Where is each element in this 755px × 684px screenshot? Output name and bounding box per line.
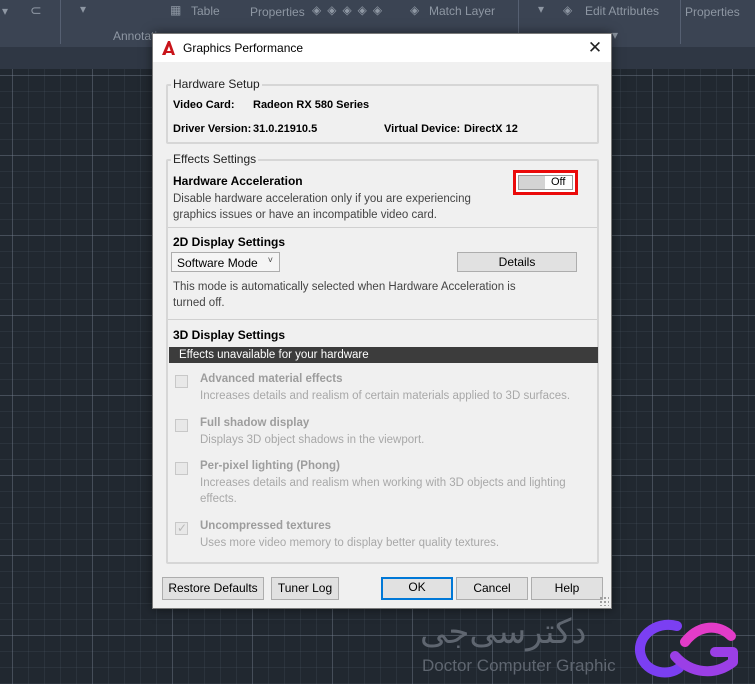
dialog-titlebar[interactable]: Graphics Performance ✕: [153, 34, 611, 62]
ok-button[interactable]: OK: [381, 577, 453, 600]
details-button[interactable]: Details: [457, 252, 577, 272]
ribbon-edit-attributes-icon[interactable]: ◈: [563, 3, 572, 17]
option-advanced-material-effects: Advanced material effects Increases deta…: [175, 373, 595, 407]
section-divider-2: [168, 319, 597, 320]
hardware-setup-label: Hardware Setup: [171, 77, 262, 91]
ribbon-dropdown-arrow-3[interactable]: ▾: [538, 2, 544, 16]
tuner-log-button[interactable]: Tuner Log: [271, 577, 339, 600]
display-mode-description: This mode is automatically selected when…: [173, 281, 516, 309]
virtual-device-value: DirectX 12: [464, 123, 518, 135]
ribbon-separator-3: [680, 0, 681, 44]
close-button[interactable]: ✕: [579, 34, 611, 62]
watermark: دکترسی‌جی Doctor Computer Graphic: [420, 612, 755, 684]
help-button[interactable]: Help: [531, 577, 603, 600]
dialog-title: Graphics Performance: [183, 41, 304, 55]
toggle-state-label: Off: [551, 176, 566, 188]
virtual-device-label: Virtual Device:: [384, 123, 461, 135]
ribbon-match-layer-icon[interactable]: ◈: [410, 3, 419, 17]
option-full-shadow-display: Full shadow display Displays 3D object s…: [175, 417, 595, 451]
ribbon-dropdown-arrow-2[interactable]: ▾: [80, 2, 86, 16]
watermark-logo-icon: [634, 619, 738, 678]
ribbon-dropdown-arrow[interactable]: ▾: [2, 4, 8, 18]
per-pixel-lighting-checkbox[interactable]: [175, 462, 188, 475]
effects-settings-group: Effects Settings Hardware Acceleration O…: [166, 152, 599, 564]
restore-defaults-button[interactable]: Restore Defaults: [162, 577, 264, 600]
ribbon-match-layer-label[interactable]: Match Layer: [429, 4, 495, 18]
full-shadow-checkbox[interactable]: [175, 419, 188, 432]
hardware-acceleration-description: Disable hardware acceleration only if yo…: [173, 193, 471, 221]
option-title: Uncompressed textures: [200, 520, 332, 532]
cancel-button[interactable]: Cancel: [456, 577, 528, 600]
ribbon-table-label[interactable]: Table: [191, 4, 220, 18]
ribbon-layer-properties-label[interactable]: Properties: [250, 5, 305, 19]
effects-unavailable-banner: Effects unavailable for your hardware: [169, 347, 598, 363]
resize-grip[interactable]: [599, 596, 609, 606]
ribbon-block-dropdown-arrow[interactable]: ▾: [612, 28, 618, 42]
display-3d-title: 3D Display Settings: [173, 328, 286, 342]
toggle-knob: [519, 176, 545, 189]
option-per-pixel-lighting: Per-pixel lighting (Phong) Increases det…: [175, 460, 595, 510]
checkmark-icon: ✓: [177, 521, 188, 535]
option-title: Full shadow display: [200, 417, 310, 429]
hardware-setup-group: Hardware Setup Video Card: Radeon RX 580…: [166, 77, 599, 144]
ribbon-table-icon[interactable]: ▦: [170, 3, 181, 17]
section-divider: [168, 227, 597, 228]
display-mode-dropdown[interactable]: Software Mode ˅: [171, 252, 280, 272]
driver-version-value: 31.0.21910.5: [253, 123, 318, 135]
ribbon-edit-attributes-label[interactable]: Edit Attributes: [585, 4, 659, 18]
effects-settings-label: Effects Settings: [171, 152, 259, 166]
ribbon-properties-label[interactable]: Properties: [685, 5, 740, 19]
ribbon-separator: [60, 0, 61, 44]
video-card-value: Radeon RX 580 Series: [253, 99, 370, 111]
hardware-acceleration-title: Hardware Acceleration: [173, 174, 303, 188]
autocad-logo-icon: [162, 41, 175, 55]
option-title: Per-pixel lighting (Phong): [200, 460, 340, 472]
option-description: Increases details and realism of certain…: [200, 390, 571, 402]
option-uncompressed-textures: ✓ Uncompressed textures Uses more video …: [175, 520, 595, 554]
uncompressed-textures-checkbox[interactable]: ✓: [175, 521, 188, 535]
graphics-performance-dialog: Graphics Performance ✕ Hardware Setup Vi…: [152, 33, 612, 609]
chevron-down-icon: ˅: [267, 255, 273, 265]
ribbon-layer-tool-icons[interactable]: ◈◈◈◈◈: [312, 3, 388, 17]
video-card-label: Video Card:: [173, 99, 235, 111]
toggle-highlight-frame: Off: [513, 170, 578, 195]
option-description: Uses more video memory to display better…: [200, 537, 500, 549]
hardware-acceleration-toggle[interactable]: Off: [518, 175, 573, 190]
display-mode-selected: Software Mode: [177, 256, 258, 270]
ribbon-annotation-label: Annotati: [113, 29, 158, 43]
driver-version-label: Driver Version:: [173, 123, 252, 135]
watermark-english-text: Doctor Computer Graphic: [422, 656, 616, 675]
display-2d-title: 2D Display Settings: [173, 235, 286, 249]
option-description: Increases details and realism when worki…: [200, 477, 566, 505]
ribbon-arc-icon[interactable]: ⊂: [30, 2, 42, 19]
option-title: Advanced material effects: [200, 373, 343, 385]
advanced-material-checkbox[interactable]: [175, 375, 188, 388]
option-description: Displays 3D object shadows in the viewpo…: [200, 434, 425, 446]
watermark-persian-text: دکترسی‌جی: [420, 612, 587, 652]
